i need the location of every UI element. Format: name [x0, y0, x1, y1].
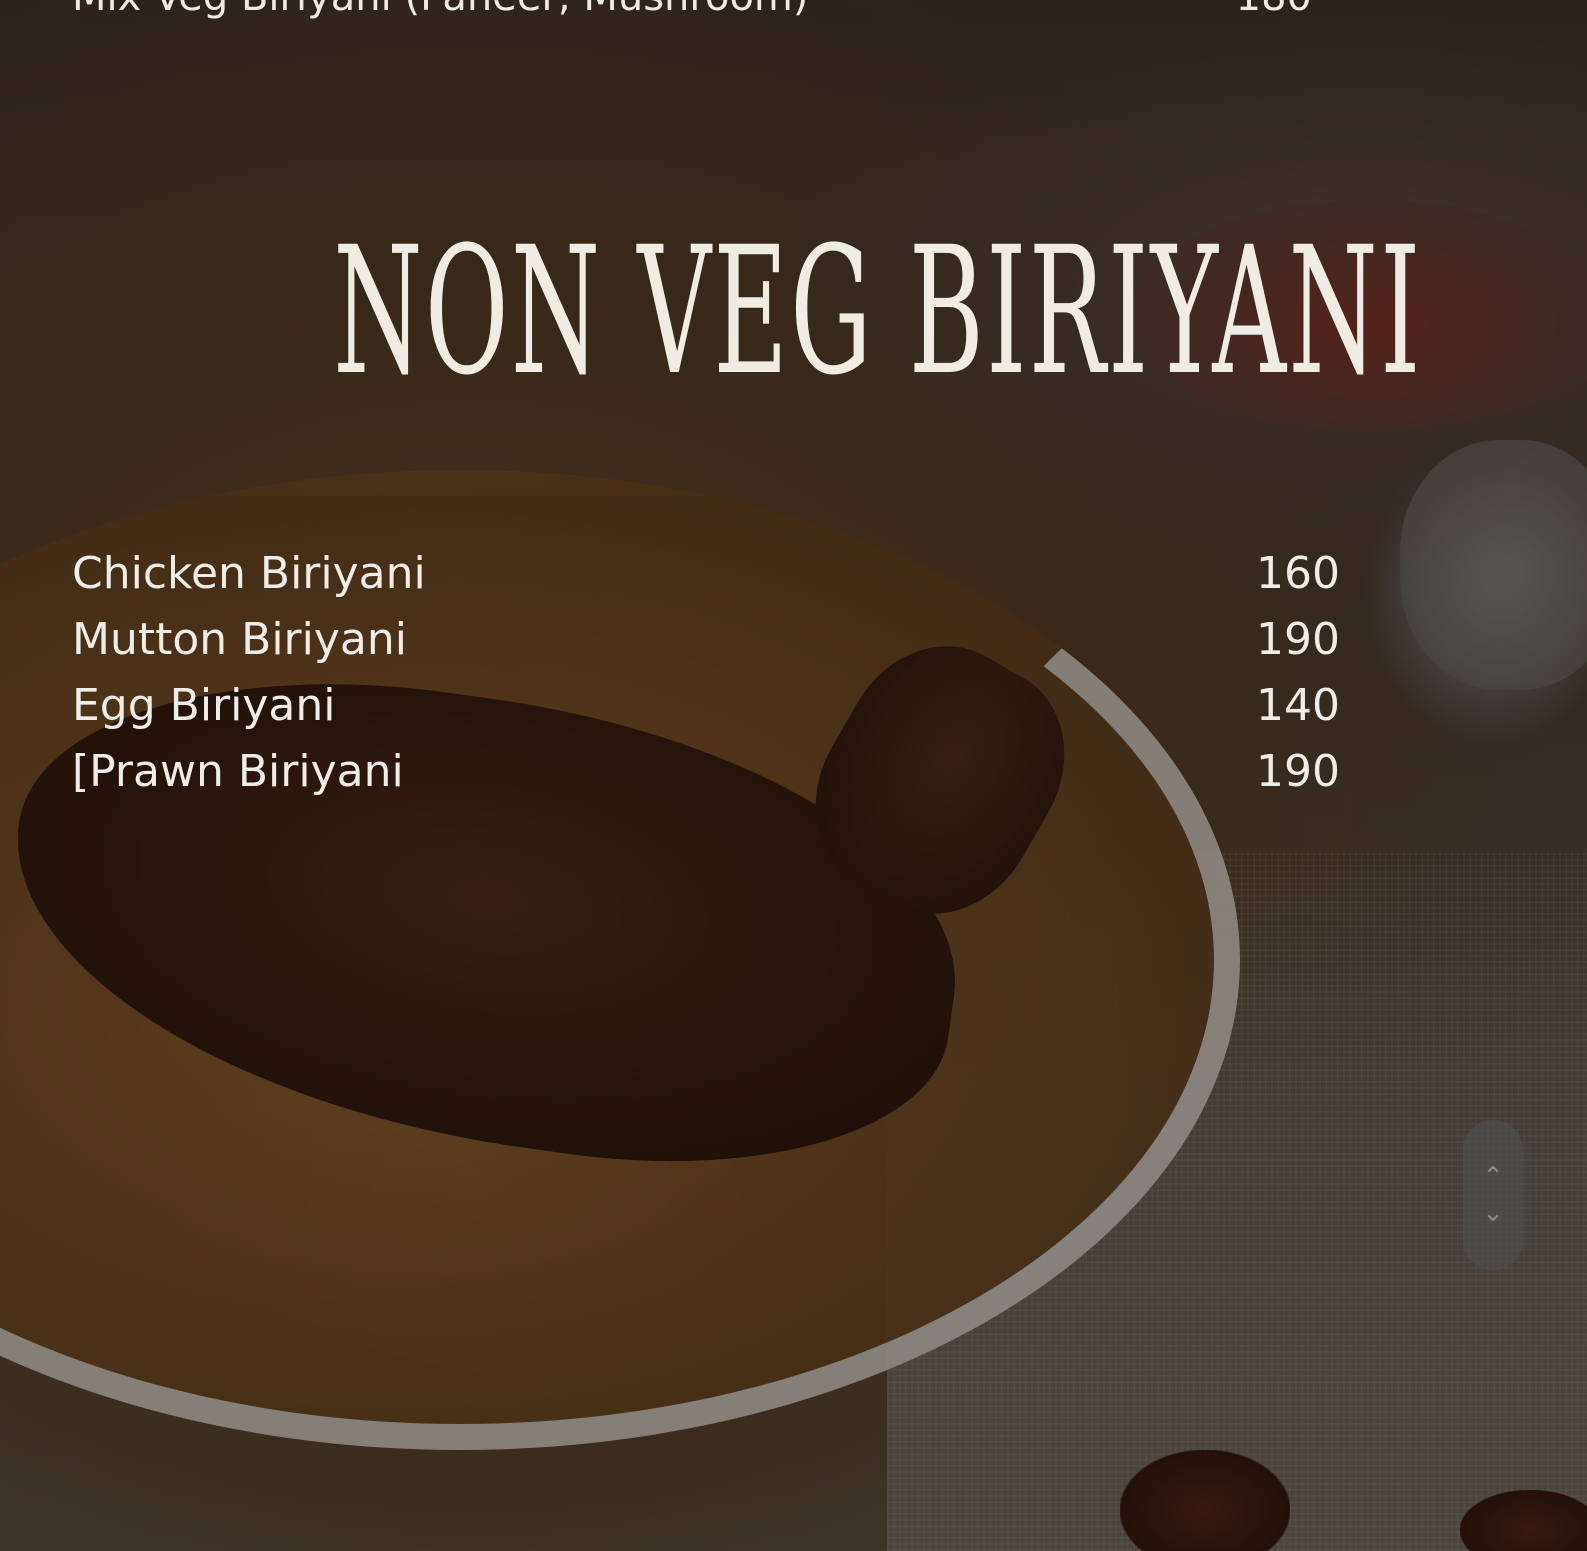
menu-item: Egg Biriyani 140: [72, 672, 1340, 738]
menu-item-name: Egg Biriyani: [72, 679, 336, 731]
menu-item: Mutton Biriyani 190: [72, 606, 1340, 672]
menu-item-price: 140: [1256, 679, 1340, 731]
page-scroll-handle[interactable]: ⌃ ⌄: [1463, 1120, 1523, 1270]
previous-item-price: 180: [1236, 0, 1312, 20]
menu-item-price: 190: [1256, 613, 1340, 665]
menu-item-price: 190: [1256, 745, 1340, 797]
menu-item-price: 160: [1256, 547, 1340, 599]
chevron-up-icon[interactable]: ⌃: [1482, 1159, 1504, 1195]
section-title: NON VEG BIRIYANI: [333, 209, 1423, 414]
menu-item-name: Chicken Biriyani: [72, 547, 426, 599]
menu-item-name: [Prawn Biriyani: [72, 745, 404, 797]
chevron-down-icon[interactable]: ⌄: [1482, 1195, 1504, 1231]
previous-menu-row: Mix Veg Biriyani (Paneer, Mushroom) 180: [72, 0, 1342, 20]
menu-item: [Prawn Biriyani 190: [72, 738, 1340, 804]
menu-item-name: Mutton Biriyani: [72, 613, 407, 665]
menu-page: Mix Veg Biriyani (Paneer, Mushroom) 180 …: [0, 0, 1587, 1551]
previous-item-name: Mix Veg Biriyani (Paneer, Mushroom): [72, 0, 808, 20]
menu-item: Chicken Biriyani 160: [72, 540, 1340, 606]
menu-list: Chicken Biriyani 160 Mutton Biriyani 190…: [72, 540, 1340, 804]
